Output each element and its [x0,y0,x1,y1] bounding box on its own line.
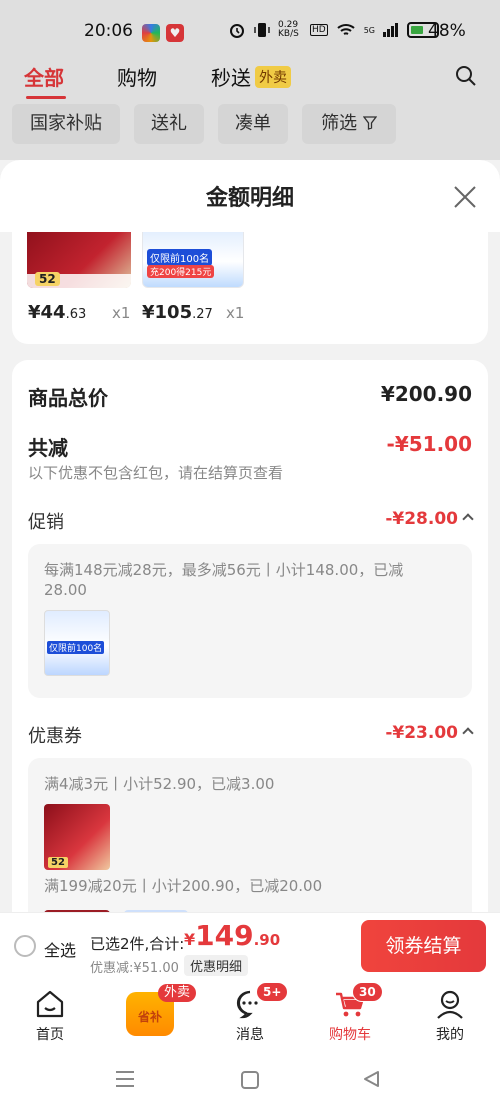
reduction-note: 以下优惠不包含红包，请在结算页查看 [28,464,284,482]
total-price-label: 商品总价 [28,386,108,410]
menu-icon[interactable] [115,1070,135,1088]
promotion-rule-line2: 28.00 [44,581,87,599]
promotion-value: -¥28.00 [385,509,458,529]
close-icon[interactable] [452,184,478,210]
discount-summary: 优惠减:¥51.00 [90,961,179,976]
promotion-thumb-tag: 仅限前100名 [47,641,105,654]
price-detail-card: 商品总价 ¥200.90 共减 -¥51.00 以下优惠不包含红包，请在结算页查… [12,360,488,915]
nav-cart-label: 购物车 [329,1027,371,1043]
home-icon [36,990,64,1018]
checkout-bar: 全选 已选2件,合计: ¥149.90 优惠减:¥51.00 优惠明细 领券结算 [0,912,500,980]
chevron-up-icon [462,513,474,525]
profile-icon [437,990,463,1019]
nav-subsidy[interactable]: 省补 外卖 [124,980,197,1036]
promotion-detail-box: 每满148元减28元，最多减56元丨小计148.00，已减 28.00 仅限前1… [28,544,472,698]
coupon-value: -¥23.00 [385,723,458,743]
select-all-radio[interactable] [14,935,36,957]
selected-summary: 已选2件,合计: [90,935,185,953]
total-price-value: ¥200.90 [380,382,472,406]
nav-messages-label: 消息 [236,1027,264,1043]
product-price-2-int: ¥105 [142,302,193,323]
product-tag-2: 仅限前100名 [147,249,213,266]
bottom-nav: 首页 省补 外卖 5+ 消息 30 购物车 我的 [0,980,500,1048]
chevron-up-icon [462,727,474,739]
messages-badge: 5+ [256,982,289,1002]
coupon-detail-box: 满4减3元丨小计52.90，已减3.00 52 满199减20元丨小计200.9… [28,758,472,915]
coupon-product-thumbnail: 52 [44,804,110,870]
product-sub-2: 充200得215元 [147,265,215,278]
product-thumbnail-1[interactable]: 52 [27,232,131,288]
coupon-label: 优惠券 [28,726,82,747]
dim-overlay [0,0,500,160]
total-reduction-label: 共减 [28,436,68,460]
product-thumbnail-2[interactable]: 仅限前100名 充200得215元 [142,232,244,288]
promotion-product-thumbnail: 仅限前100名 [44,610,110,676]
promotion-toggle[interactable]: -¥28.00 [385,509,474,529]
product-qty-1: x1 [112,304,131,322]
home-square-icon[interactable] [240,1070,260,1090]
amount-detail-sheet: 金额明细 52 仅限前100名 充200得215元 ¥44.63 x1 ¥105… [0,160,500,915]
coupon-thumb-badge: 52 [48,857,68,868]
product-price-2: ¥105.27 [142,302,213,323]
waimai-nav-badge: 外卖 [158,984,197,1002]
total-currency: ¥ [184,930,196,949]
promotion-rule-line1: 每满148元减28元，最多减56元丨小计148.00，已减 [44,561,404,579]
coupon-rule-1: 满4减3元丨小计52.90，已减3.00 [44,775,275,793]
back-triangle-icon[interactable] [362,1069,382,1089]
system-navigation-bar [0,1048,500,1111]
total-reduction-value: -¥51.00 [386,432,472,456]
product-qty-2: x1 [226,304,245,322]
total-decimal: .90 [253,931,281,949]
select-all-label[interactable]: 全选 [44,937,76,961]
discount-detail-button[interactable]: 优惠明细 [184,955,249,976]
total-integer: 149 [195,919,254,952]
sheet-header: 金额明细 [0,160,500,232]
product-card: 52 仅限前100名 充200得215元 ¥44.63 x1 ¥105.27 x… [12,232,488,344]
coupon-toggle[interactable]: -¥23.00 [385,723,474,743]
checkout-total: ¥149.90 [184,919,280,952]
subsidy-bag-text: 省补 [137,1010,162,1024]
product-price-1: ¥44.63 [28,302,86,323]
sheet-title: 金额明细 [205,186,294,211]
cart-badge: 30 [352,982,383,1002]
coupon-rule-2: 满199减20元丨小计200.90，已减20.00 [44,877,323,895]
product-price-2-dec: .27 [192,307,213,322]
product-price-1-dec: .63 [65,307,87,322]
nav-home-label: 首页 [36,1027,64,1043]
promotion-label: 促销 [28,512,64,533]
nav-profile-label: 我的 [436,1027,464,1043]
checkout-button[interactable]: 领券结算 [361,920,486,972]
product-price-1-int: ¥44 [28,302,66,323]
product-badge-1: 52 [35,272,60,286]
